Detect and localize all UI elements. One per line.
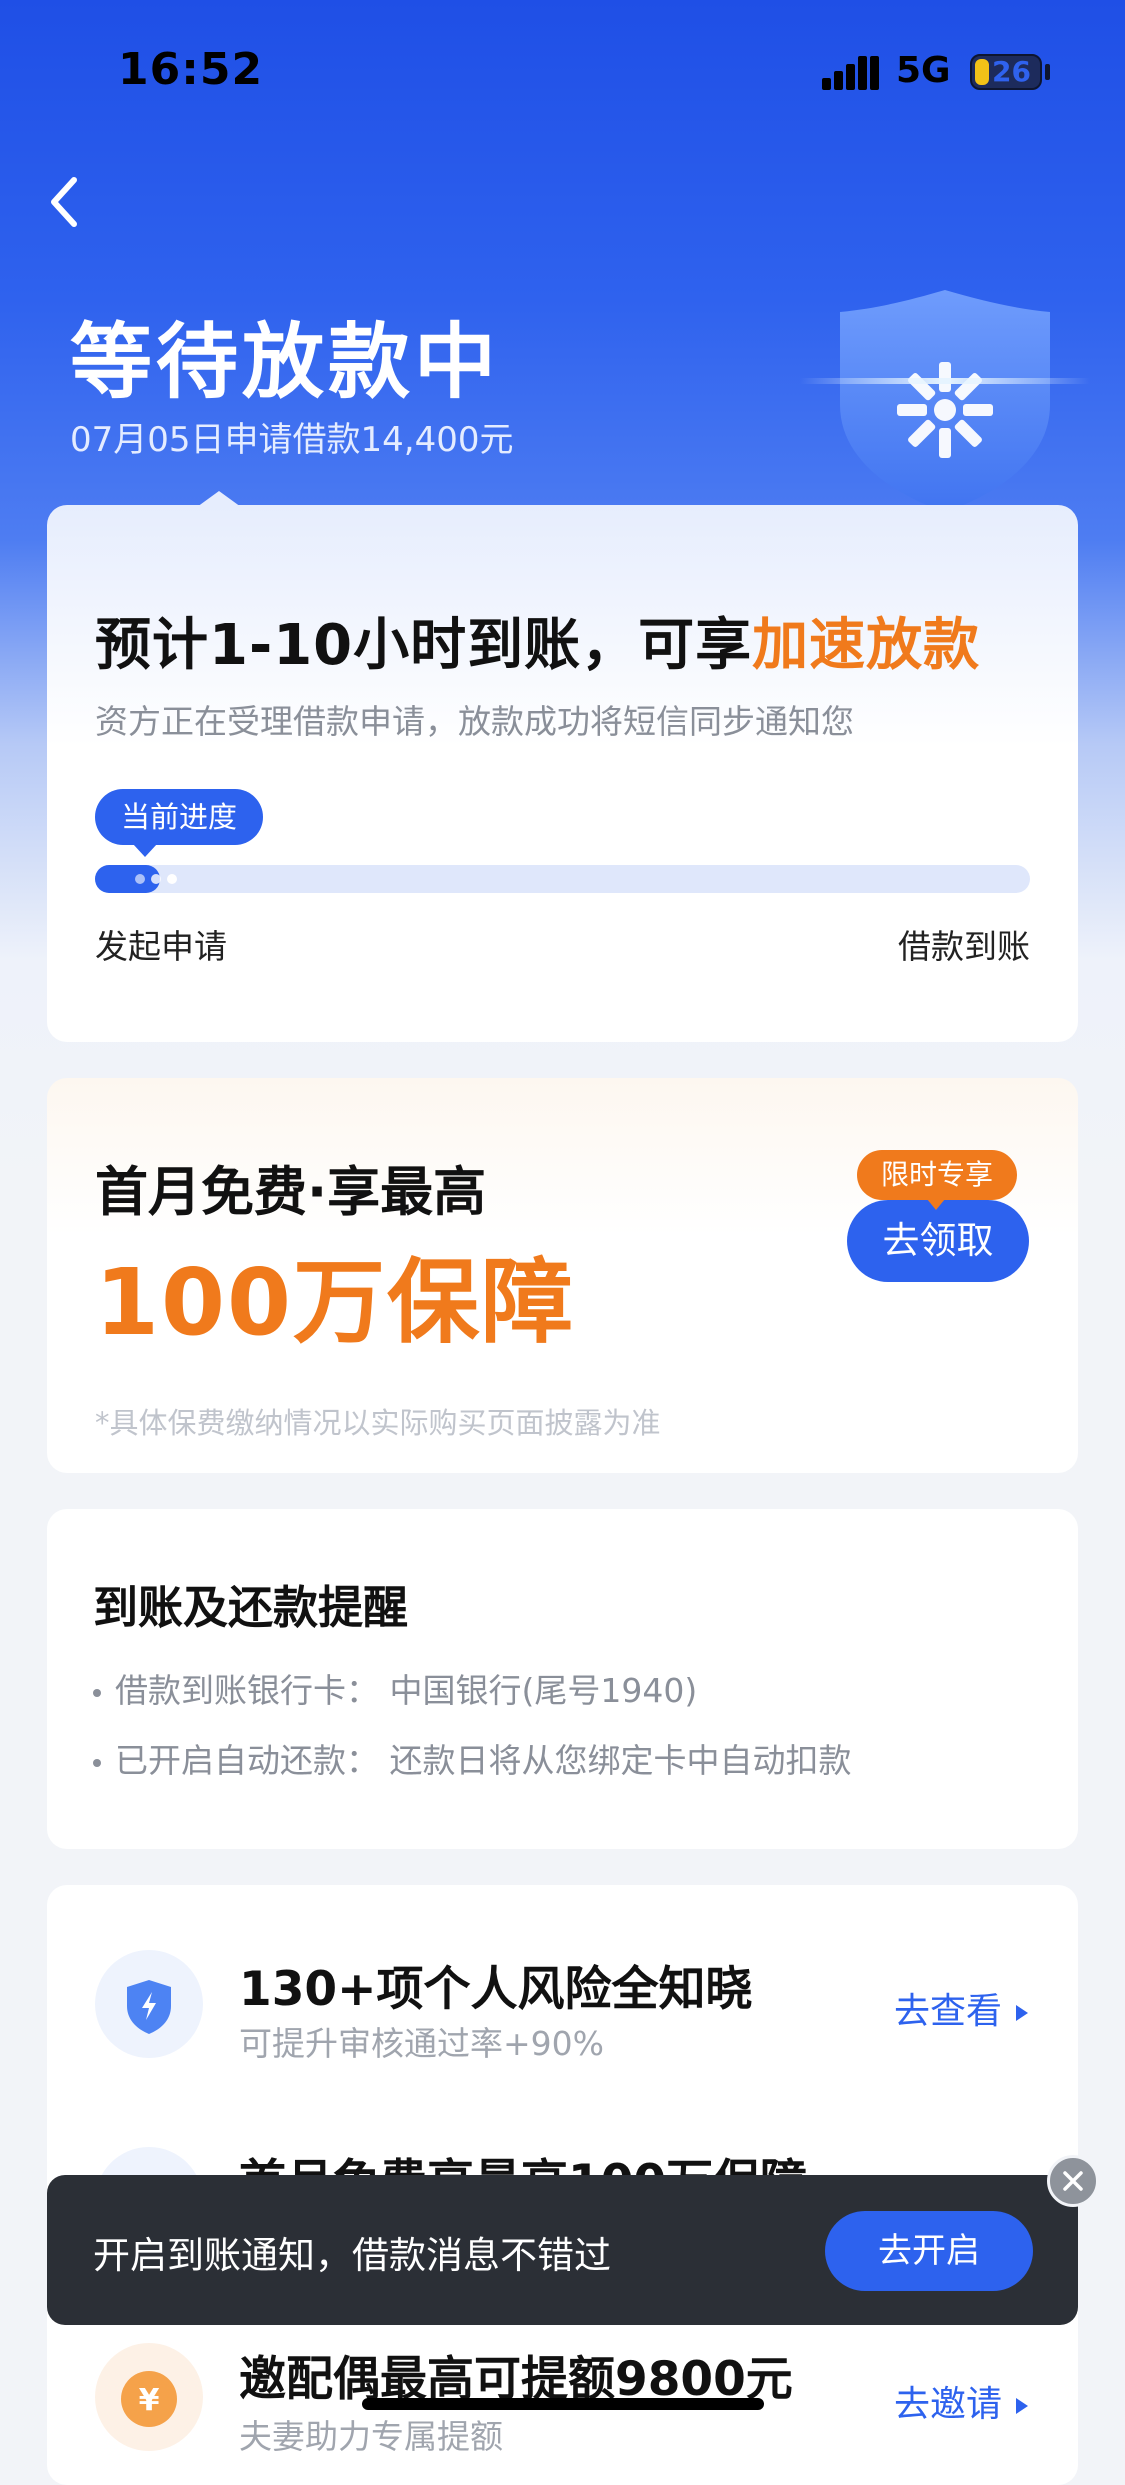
- insurance-disclaimer: *具体保费缴纳情况以实际购买页面披露为准: [95, 1406, 661, 1440]
- limited-offer-tag: 限时专享: [857, 1150, 1018, 1210]
- progress-card: 预计1-10小时到账，可享加速放款 资方正在受理借款申请，放款成功将短信同步通知…: [47, 491, 1078, 1042]
- shield-illustration: [800, 280, 1090, 520]
- bullet-icon: [93, 1688, 101, 1697]
- triangle-right-icon: [1016, 2398, 1028, 2414]
- progress-dot: [151, 874, 161, 884]
- progress-description: 资方正在受理借款申请，放款成功将短信同步通知您: [95, 702, 854, 741]
- close-icon[interactable]: [1047, 2155, 1099, 2207]
- progress-bar: [95, 865, 1030, 893]
- progress-dot: [167, 874, 177, 884]
- view-risk-link[interactable]: 去查看: [894, 1982, 1028, 2034]
- bank-card-text: 借款到账银行卡： 中国银行(尾号1940): [115, 1671, 698, 1710]
- risk-report-title: 130+项个人风险全知晓: [239, 1962, 753, 2017]
- home-indicator: [362, 2398, 764, 2410]
- risk-report-icon: [95, 1950, 203, 2058]
- notification-toast: 开启到账通知，借款消息不错过 去开启: [47, 2175, 1078, 2325]
- risk-report-subtitle: 可提升审核通过率+90%: [239, 2024, 604, 2063]
- enable-notification-button[interactable]: 去开启: [825, 2211, 1033, 2291]
- page-title: 等待放款中: [70, 315, 501, 410]
- invite-link[interactable]: 去邀请: [894, 2375, 1028, 2427]
- battery-tip: [1045, 64, 1050, 80]
- shield-bolt-icon: [127, 1980, 171, 2034]
- card-pointer: [197, 491, 241, 507]
- shield-glow: [800, 378, 1090, 384]
- arrival-estimate: 预计1-10小时到账，可享加速放款: [95, 600, 980, 681]
- insurance-headline: 首月免费·享最高: [95, 1162, 487, 1223]
- network-type: 5G: [896, 50, 951, 91]
- reminder-card: 到账及还款提醒 借款到账银行卡： 中国银行(尾号1940) 已开启自动还款： 还…: [47, 1509, 1078, 1849]
- application-summary: 07月05日申请借款14,400元: [70, 420, 514, 460]
- toast-message: 开启到账通知，借款消息不错过: [93, 2234, 611, 2277]
- bank-card-info: 借款到账银行卡： 中国银行(尾号1940): [93, 1664, 697, 1712]
- arrival-estimate-text: 预计1-10小时到账，可享: [95, 613, 753, 678]
- insurance-amount: 100万保障: [95, 1249, 576, 1356]
- reminder-title: 到账及还款提醒: [93, 1581, 409, 1634]
- status-time: 16:52: [118, 44, 264, 95]
- signal-icon: [822, 56, 879, 90]
- auto-repay-text: 已开启自动还款： 还款日将从您绑定卡中自动扣款: [115, 1741, 852, 1780]
- battery-icon: 26: [970, 54, 1042, 90]
- progress-dot: [135, 874, 145, 884]
- triangle-right-icon: [1016, 2005, 1028, 2021]
- progress-end-label: 借款到账: [898, 927, 1030, 966]
- insurance-card[interactable]: 首月免费·享最高 100万保障 去领取 限时专享 *具体保费缴纳情况以实际购买页…: [47, 1078, 1078, 1473]
- shield-icon: [840, 290, 1050, 512]
- bullet-icon: [93, 1758, 101, 1767]
- current-progress-badge: 当前进度: [95, 789, 264, 857]
- view-risk-link-text[interactable]: 去查看: [894, 1991, 1002, 2032]
- battery-level: 26: [992, 55, 1031, 88]
- accelerate-highlight[interactable]: 加速放款: [752, 613, 980, 678]
- auto-repay-info: 已开启自动还款： 还款日将从您绑定卡中自动扣款: [93, 1734, 852, 1782]
- progress-start-label: 发起申请: [95, 927, 227, 966]
- back-arrow-icon[interactable]: [44, 172, 84, 232]
- invite-spouse-subtitle: 夫妻助力专属提额: [239, 2417, 503, 2456]
- progress-bar-fill: [95, 865, 177, 893]
- status-bar: 16:52 5G 26: [0, 0, 1125, 140]
- svg-text:¥: ¥: [139, 2383, 160, 2418]
- invite-link-text[interactable]: 去邀请: [894, 2384, 1002, 2425]
- claim-button[interactable]: 去领取: [847, 1200, 1029, 1282]
